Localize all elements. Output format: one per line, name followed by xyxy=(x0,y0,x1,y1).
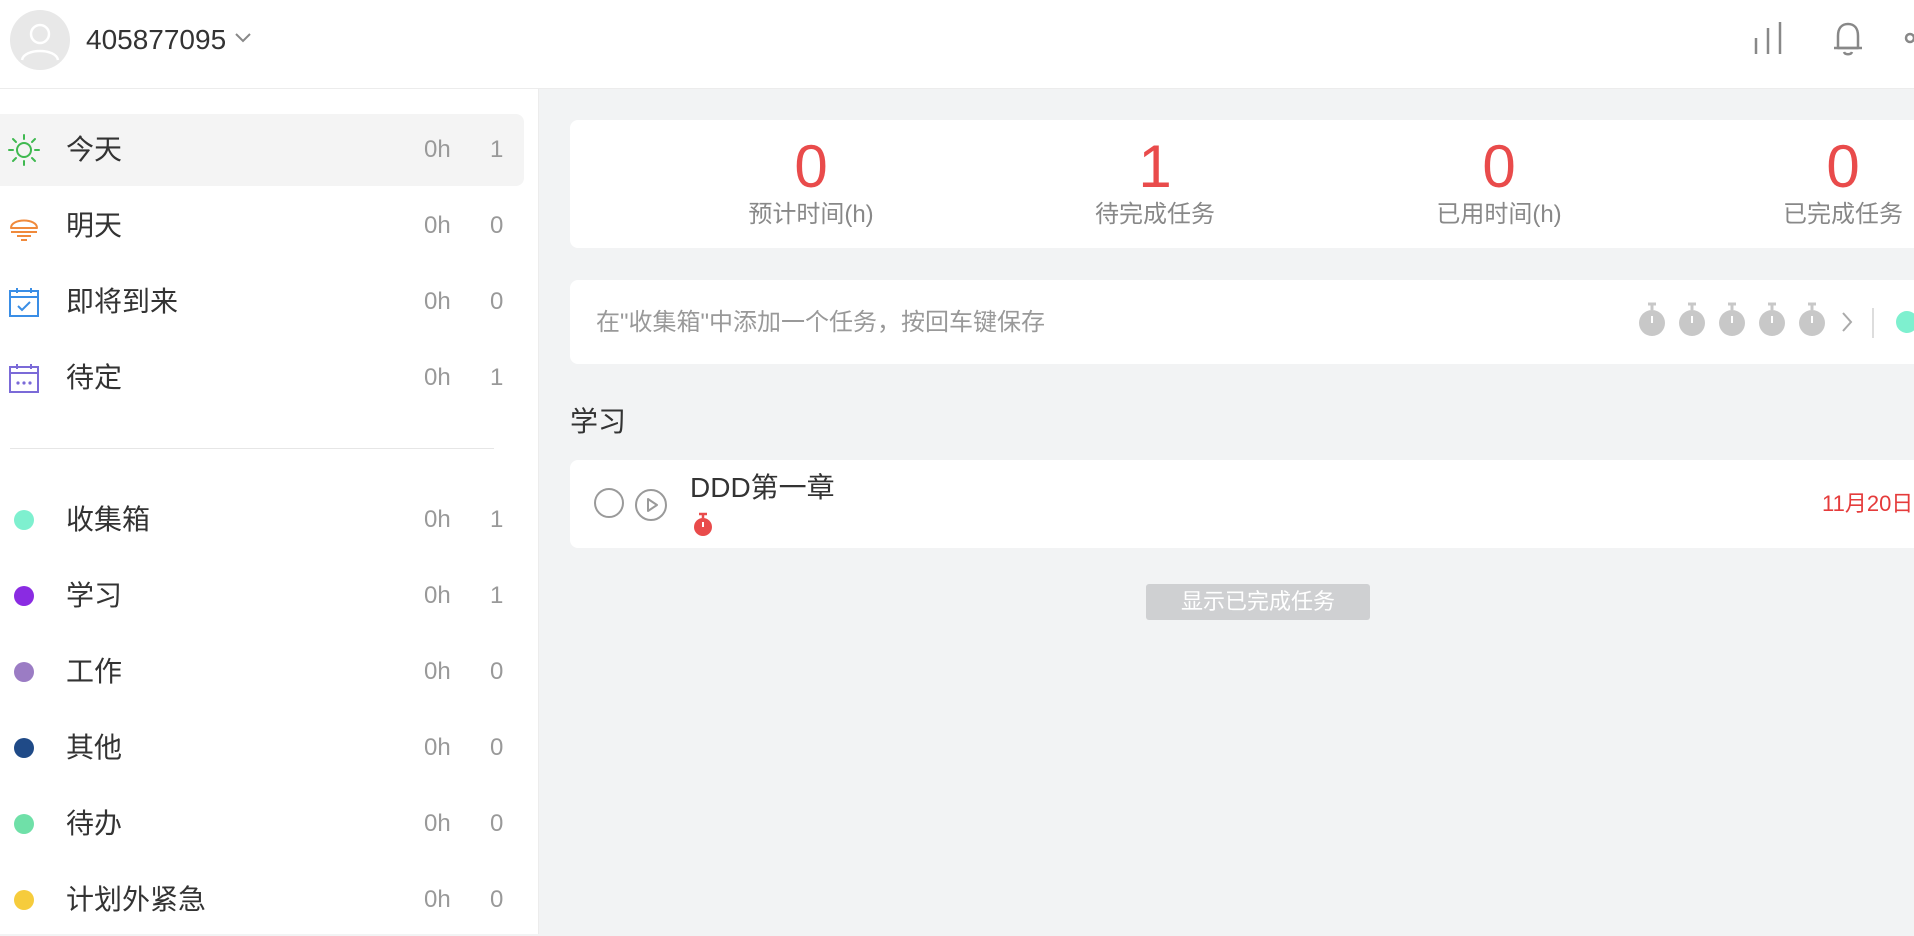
calendar-check-icon xyxy=(9,288,39,317)
sidebar-item-label: 即将到来 xyxy=(66,286,179,317)
stat-label: 已用时间(h) xyxy=(1436,201,1562,228)
project-color-dot xyxy=(14,814,34,834)
top-bar: 405877095 xyxy=(0,0,1914,89)
stat-value: 0 xyxy=(1482,133,1516,200)
sidebar-item-label: 学习 xyxy=(66,580,123,611)
project-color-dot xyxy=(14,662,34,682)
sidebar-divider xyxy=(10,448,494,449)
sidebar-item-count: 0 xyxy=(490,734,504,761)
sidebar-item-hours: 0h xyxy=(424,810,451,837)
sidebar-item-count: 1 xyxy=(490,506,504,533)
sidebar-item-count: 0 xyxy=(490,658,504,685)
statistics-icon[interactable] xyxy=(1752,18,1788,58)
sidebar-item-count: 0 xyxy=(490,886,504,913)
sidebar-item-label: 其他 xyxy=(66,732,123,763)
sidebar-item-hours: 0h xyxy=(424,212,451,239)
sun-icon xyxy=(8,134,40,166)
stat-estimated-time: 0 预计时间(h) xyxy=(681,134,941,230)
sidebar-item-hours: 0h xyxy=(424,734,451,761)
project-selector-dot[interactable] xyxy=(1896,311,1914,333)
sidebar-item-count: 1 xyxy=(490,136,504,163)
sidebar-item-tomorrow[interactable]: 明天 0h 0 xyxy=(0,190,524,262)
sidebar-item-other[interactable]: 其他 0h 0 xyxy=(0,712,524,784)
sunrise-icon xyxy=(10,219,38,241)
sidebar-item-count: 1 xyxy=(490,582,504,609)
stats-panel: 0 预计时间(h) 1 待完成任务 0 已用时间(h) 0 已完成任务 xyxy=(570,120,1914,248)
bell-icon[interactable] xyxy=(1830,18,1866,58)
sidebar-item-today[interactable]: 今天 0h 1 xyxy=(0,114,524,186)
project-color-dot xyxy=(14,890,34,910)
sidebar-item-label: 计划外紧急 xyxy=(66,884,207,915)
sidebar-item-hours: 0h xyxy=(424,364,451,391)
sidebar-item-label: 待办 xyxy=(66,808,123,839)
play-icon[interactable] xyxy=(634,488,668,522)
task-due-date[interactable]: 11月20日 xyxy=(1822,490,1913,518)
separator xyxy=(1872,308,1874,338)
pomodoro-estimate-icon[interactable] xyxy=(1756,302,1788,338)
stat-value: 0 xyxy=(794,133,828,200)
pomodoro-estimate-icon[interactable] xyxy=(1636,302,1668,338)
sidebar-item-hours: 0h xyxy=(424,886,451,913)
stat-completed-tasks: 0 已完成任务 xyxy=(1713,134,1914,230)
sidebar-item-upcoming[interactable]: 即将到来 0h 0 xyxy=(0,266,524,338)
sidebar-item-count: 1 xyxy=(490,364,504,391)
username[interactable]: 405877095 xyxy=(86,20,226,60)
pomodoro-estimate-icon[interactable] xyxy=(1796,302,1828,338)
pomodoro-estimate-icon[interactable] xyxy=(1716,302,1748,338)
stat-label: 预计时间(h) xyxy=(748,201,874,228)
sidebar-item-pending[interactable]: 待定 0h 1 xyxy=(0,342,524,414)
chevron-right-icon[interactable] xyxy=(1840,310,1854,334)
project-color-dot xyxy=(14,586,34,606)
sidebar-item-todo[interactable]: 待办 0h 0 xyxy=(0,788,524,860)
sidebar-item-count: 0 xyxy=(490,810,504,837)
task-title[interactable]: DDD第一章 xyxy=(690,470,835,506)
sidebar-item-hours: 0h xyxy=(424,136,451,163)
sidebar-item-label: 今天 xyxy=(66,134,123,165)
avatar[interactable] xyxy=(10,10,70,70)
task-row[interactable]: DDD第一章 11月20日 xyxy=(570,460,1914,548)
sidebar-item-study[interactable]: 学习 0h 1 xyxy=(0,560,524,632)
sidebar-item-label: 待定 xyxy=(66,362,123,393)
sidebar-item-count: 0 xyxy=(490,288,504,315)
pomodoro-icon xyxy=(694,512,712,536)
show-completed-button[interactable]: 显示已完成任务 xyxy=(1146,584,1370,620)
stat-value: 0 xyxy=(1826,133,1860,200)
add-task-input[interactable] xyxy=(594,302,1578,344)
sidebar-item-count: 0 xyxy=(490,212,504,239)
project-color-dot xyxy=(14,738,34,758)
sidebar-item-hours: 0h xyxy=(424,582,451,609)
pomodoro-estimate-icon[interactable] xyxy=(1676,302,1708,338)
sidebar-item-hours: 0h xyxy=(424,658,451,685)
stat-label: 已完成任务 xyxy=(1783,201,1903,228)
add-task-bar xyxy=(570,280,1914,364)
sidebar-item-hours: 0h xyxy=(424,506,451,533)
sidebar-item-label: 工作 xyxy=(66,656,123,687)
stat-pending-tasks: 1 待完成任务 xyxy=(1025,134,1285,230)
sidebar: 今天 0h 1 明天 0h 0 即将到来 0h 0 待定 0h 1 收集箱 0h… xyxy=(0,88,539,934)
sidebar-item-inbox[interactable]: 收集箱 0h 1 xyxy=(0,484,524,556)
sidebar-item-label: 明天 xyxy=(66,210,123,241)
more-icon[interactable] xyxy=(1900,18,1914,58)
sidebar-item-label: 收集箱 xyxy=(66,504,151,535)
sidebar-item-unplanned-urgent[interactable]: 计划外紧急 0h 0 xyxy=(0,864,524,936)
stat-label: 待完成任务 xyxy=(1095,201,1215,228)
sidebar-item-hours: 0h xyxy=(424,288,451,315)
calendar-dots-icon xyxy=(9,364,39,393)
task-group-title: 学习 xyxy=(570,406,627,437)
chevron-down-icon[interactable] xyxy=(234,32,252,44)
user-icon xyxy=(20,23,60,61)
task-complete-checkbox[interactable] xyxy=(594,488,624,518)
stat-elapsed-time: 0 已用时间(h) xyxy=(1369,134,1629,230)
stat-value: 1 xyxy=(1138,133,1172,200)
sidebar-item-work[interactable]: 工作 0h 0 xyxy=(0,636,524,708)
project-color-dot xyxy=(14,510,34,530)
